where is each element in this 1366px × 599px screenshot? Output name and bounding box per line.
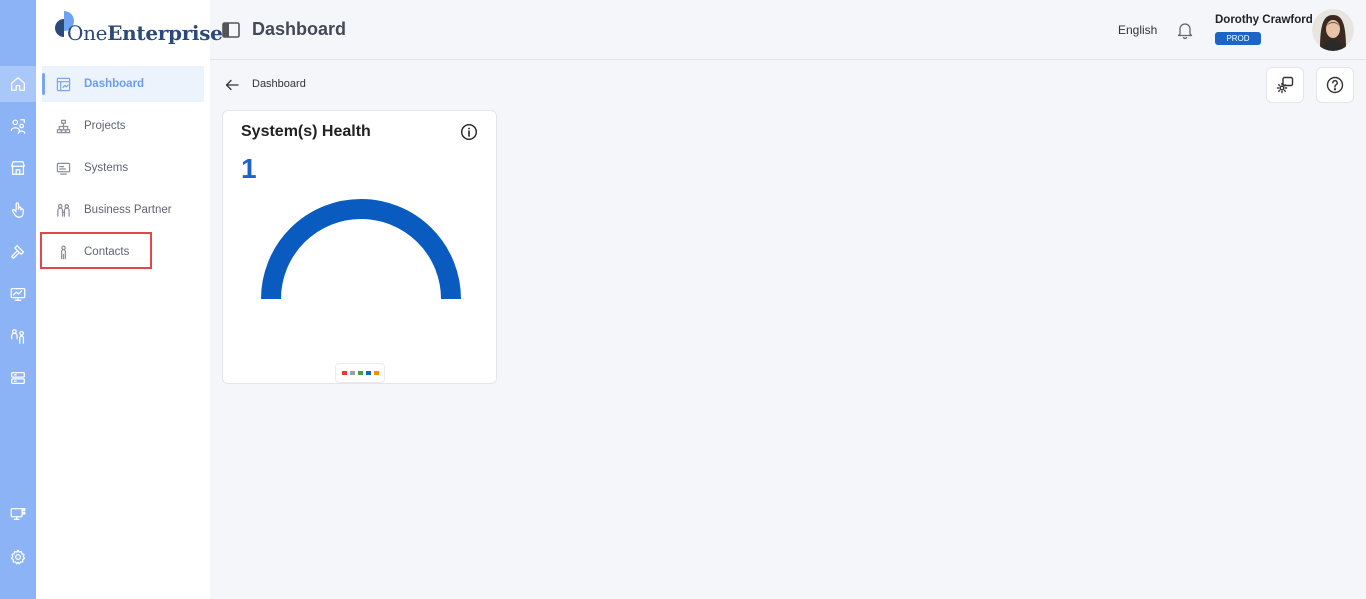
notification-bell-icon[interactable]	[1175, 20, 1195, 40]
sidebar-item-label: Dashboard	[84, 78, 145, 90]
sidebar-item-dashboard[interactable]: Dashboard	[42, 66, 204, 102]
environment-badge: PROD	[1215, 32, 1261, 45]
sidebar-item-business-partner[interactable]: Business Partner	[42, 192, 204, 228]
legend-swatch	[373, 371, 379, 375]
rail-monitor-button[interactable]	[0, 276, 36, 312]
back-arrow-icon[interactable]	[224, 77, 240, 93]
sidebar-toggle-icon[interactable]	[222, 21, 240, 39]
hand-pointer-icon	[11, 202, 24, 218]
app-logo[interactable]: OneEnterprise	[52, 8, 223, 48]
rail-users-button[interactable]	[0, 108, 36, 144]
home-icon	[11, 77, 25, 91]
user-avatar[interactable]	[1312, 9, 1354, 51]
system-count: 1	[241, 153, 257, 184]
sidebar-item-label: Systems	[84, 162, 129, 174]
settings-window-icon	[1276, 76, 1294, 94]
legend-swatch	[365, 371, 371, 375]
monitor-chart-icon	[10, 287, 26, 301]
settings-icon	[10, 549, 26, 565]
legend-swatch	[349, 371, 355, 375]
system-health-card: System(s) Health 1	[222, 110, 497, 384]
help-icon	[1326, 76, 1344, 94]
hammer-icon	[11, 245, 25, 259]
sidebar-item-projects[interactable]: Projects	[42, 108, 204, 144]
rail-home-button[interactable]	[0, 66, 36, 102]
sidebar-item-label: Projects	[84, 120, 126, 132]
help-button[interactable]	[1316, 67, 1354, 103]
card-title: System(s) Health	[241, 123, 371, 140]
rail-store-button[interactable]	[0, 150, 36, 186]
logo-text: OneEnterprise	[67, 21, 223, 45]
icon-rail	[0, 0, 36, 599]
health-gauge-chart	[261, 199, 461, 300]
legend-swatch	[357, 371, 363, 375]
dashboard-icon	[56, 77, 70, 91]
top-header: Dashboard English Dorothy Crawford PROD	[210, 0, 1366, 60]
sidebar-item-systems[interactable]: Systems	[42, 150, 204, 186]
store-icon	[11, 161, 25, 175]
hierarchy-icon	[56, 119, 70, 133]
sidebar-item-label: Business Partner	[84, 204, 172, 216]
legend-swatch	[341, 371, 347, 375]
gauge-legend	[335, 363, 385, 383]
contacts-highlight-box	[40, 232, 152, 269]
language-selector[interactable]: English	[1118, 23, 1157, 37]
user-name[interactable]: Dorothy Crawford	[1215, 14, 1313, 26]
desktop-grid-icon	[10, 507, 26, 521]
users-switch-icon	[10, 119, 26, 134]
rail-tools-button[interactable]	[0, 234, 36, 270]
systems-icon	[56, 162, 70, 175]
people-icon	[11, 329, 25, 344]
rail-desktop-button[interactable]	[0, 496, 36, 532]
customize-dashboard-button[interactable]	[1266, 67, 1304, 103]
rail-people-button[interactable]	[0, 318, 36, 354]
info-icon[interactable]	[460, 123, 478, 141]
server-icon	[11, 371, 25, 385]
sidebar: OneEnterprise Dashboard Projects Systems…	[36, 0, 223, 599]
rail-settings-button[interactable]	[0, 539, 36, 575]
breadcrumb: Dashboard	[252, 78, 306, 90]
gauge-arc	[261, 199, 461, 300]
partners-icon	[56, 203, 70, 217]
rail-touch-button[interactable]	[0, 192, 36, 228]
rail-server-button[interactable]	[0, 360, 36, 396]
page-title: Dashboard	[252, 19, 347, 39]
